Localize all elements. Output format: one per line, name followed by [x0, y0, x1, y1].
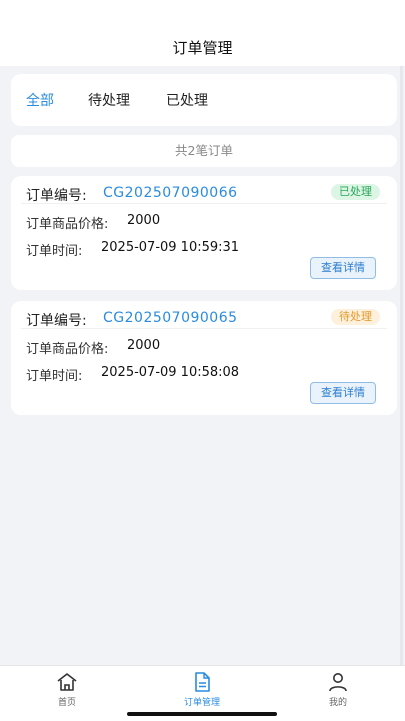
tabbar-item-orders[interactable]: 订单管理: [162, 672, 242, 708]
status-badge: 已处理: [331, 184, 380, 200]
tab-processed[interactable]: 已处理: [166, 90, 208, 110]
document-icon: [195, 672, 210, 692]
tab-all[interactable]: 全部: [26, 90, 54, 110]
divider: [21, 203, 387, 204]
time-label: 订单时间:: [26, 244, 83, 259]
price-value: 2000: [127, 338, 161, 353]
status-badge: 待处理: [331, 309, 380, 325]
home-icon: [57, 673, 77, 691]
order-number: CG202507090065: [103, 310, 238, 326]
price-value: 2000: [127, 213, 161, 228]
nav-bar: 订单管理: [0, 0, 405, 66]
view-details-button[interactable]: 查看详情: [310, 382, 376, 404]
order-count: 共2笔订单: [11, 135, 397, 167]
tab-pending[interactable]: 待处理: [88, 90, 130, 110]
tabbar-label: 订单管理: [183, 698, 220, 708]
time-value: 2025-07-09 10:58:08: [101, 365, 240, 380]
order-number: CG202507090066: [103, 185, 238, 201]
time-label: 订单时间:: [26, 369, 83, 384]
home-indicator: [127, 712, 277, 716]
order-card: 订单编号: CG202507090066 已处理 订单商品价格: 2000 订单…: [11, 176, 397, 290]
divider: [21, 328, 387, 329]
price-label: 订单商品价格:: [26, 217, 109, 232]
view-details-button[interactable]: 查看详情: [310, 257, 376, 279]
scrollbar[interactable]: [400, 66, 403, 666]
tabbar-label: 首页: [57, 698, 76, 708]
page-title: 订单管理: [172, 39, 233, 57]
tabbar-item-home[interactable]: 首页: [27, 672, 107, 708]
price-label: 订单商品价格:: [26, 342, 109, 357]
tabbar-label: 我的: [328, 698, 347, 708]
tabbar-item-profile[interactable]: 我的: [298, 672, 378, 708]
order-number-label: 订单编号:: [26, 313, 87, 329]
order-number-label: 订单编号:: [26, 188, 87, 204]
user-icon: [329, 673, 347, 692]
filter-tabs: 全部 待处理 已处理: [11, 74, 397, 126]
order-card: 订单编号: CG202507090065 待处理 订单商品价格: 2000 订单…: [11, 301, 397, 415]
time-value: 2025-07-09 10:59:31: [101, 240, 240, 255]
